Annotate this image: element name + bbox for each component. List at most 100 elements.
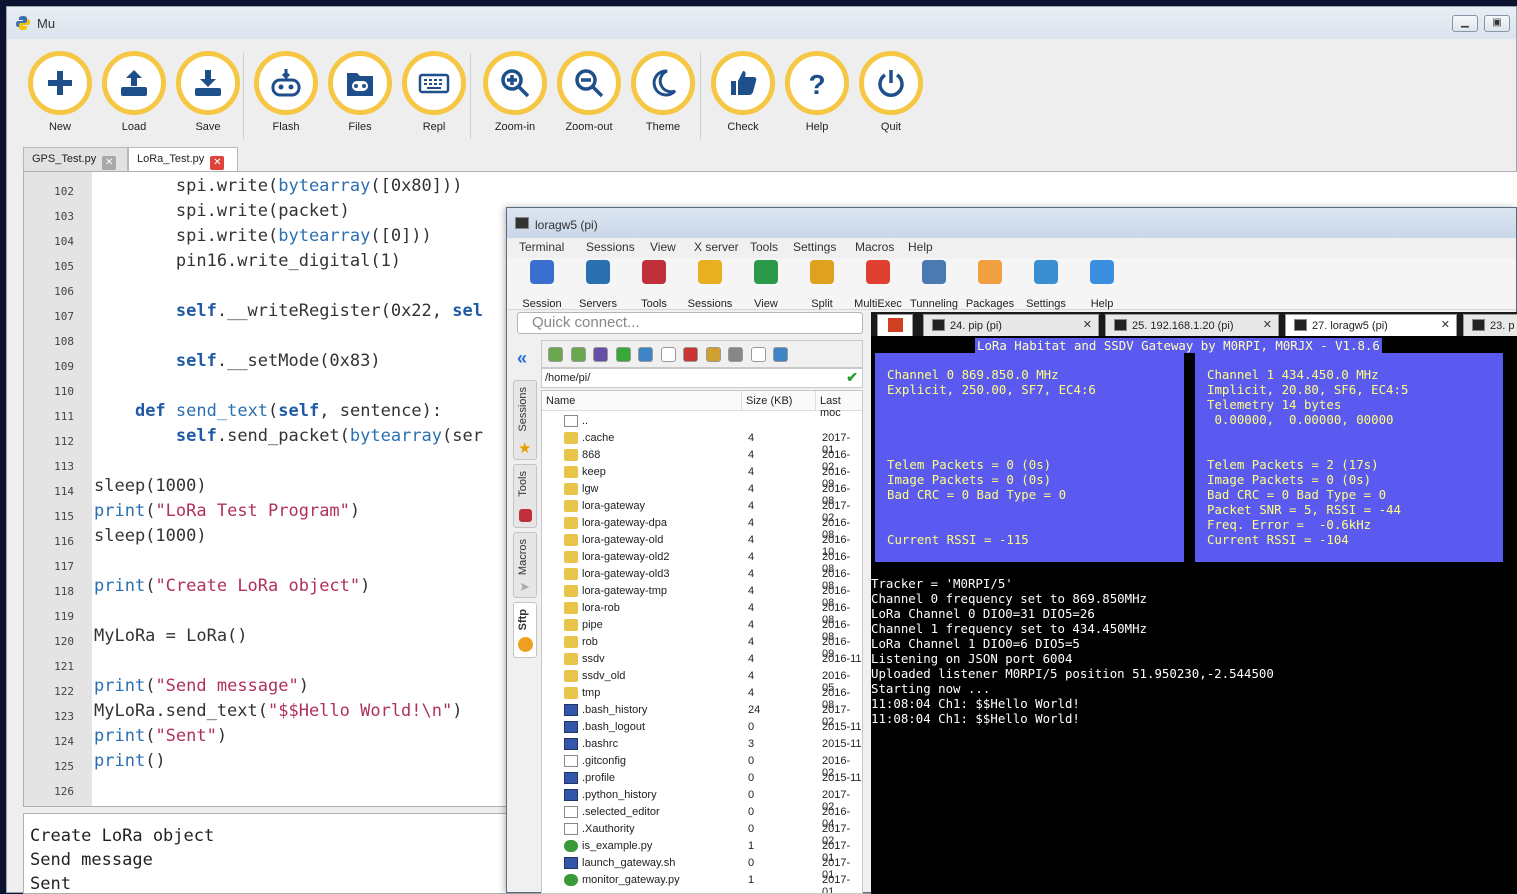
file-row[interactable]: .gitconfig 0 2016-02 bbox=[542, 753, 862, 779]
check-icon[interactable]: ✔ bbox=[846, 369, 858, 386]
text-icon[interactable] bbox=[750, 347, 766, 362]
file-row[interactable]: ssdv 4 2016-11 bbox=[542, 651, 862, 668]
file-icon bbox=[564, 772, 578, 784]
menu-macros[interactable]: Macros bbox=[855, 240, 894, 254]
tool-view-button[interactable]: View bbox=[738, 260, 794, 310]
file-row[interactable]: lora-gateway 4 2017-02 bbox=[542, 498, 862, 524]
menu-terminal[interactable]: Terminal bbox=[519, 240, 564, 254]
file-row[interactable]: lgw 4 2016-08 bbox=[542, 481, 862, 507]
file-row[interactable]: lora-rob 4 2016-08 bbox=[542, 600, 862, 626]
tool-tunneling-button[interactable]: Tunneling bbox=[906, 260, 962, 310]
file-row[interactable]: pipe 4 2016-08 bbox=[542, 617, 862, 643]
tool-settings-button[interactable]: Settings bbox=[1018, 260, 1074, 310]
quick-connect-input[interactable]: Quick connect... bbox=[517, 312, 863, 334]
path-input[interactable]: /home/pi/ ✔ bbox=[541, 368, 863, 388]
file-row[interactable]: .. bbox=[542, 413, 862, 430]
tool-session-button[interactable]: Session bbox=[514, 260, 570, 310]
download-icon[interactable] bbox=[570, 347, 586, 362]
tab-lora-test[interactable]: LoRa_Test.py ✕ bbox=[128, 147, 238, 172]
file-row[interactable]: lora-gateway-old2 4 2016-08 bbox=[542, 549, 862, 575]
load-button[interactable]: Load bbox=[99, 51, 169, 141]
close-icon[interactable]: ✕ bbox=[210, 156, 225, 170]
file-row[interactable]: is_example.py 1 2017-01 bbox=[542, 838, 862, 864]
home-icon[interactable] bbox=[593, 347, 608, 362]
collapse-icon[interactable]: « bbox=[517, 348, 527, 369]
file-row[interactable]: .selected_editor 0 2016-04 bbox=[542, 804, 862, 830]
file-row[interactable]: .python_history 0 2017-02 bbox=[542, 787, 862, 813]
theme-button[interactable]: Theme bbox=[628, 51, 698, 141]
file-row[interactable]: lora-gateway-old 4 2016-10 bbox=[542, 532, 862, 558]
quit-button[interactable]: Quit bbox=[856, 51, 926, 141]
check-button[interactable]: Check bbox=[708, 51, 778, 141]
file-row[interactable]: .bashrc 3 2015-11 bbox=[542, 736, 862, 753]
file-row[interactable]: lora-gateway-tmp 4 2016-08 bbox=[542, 583, 862, 609]
file-row[interactable]: keep 4 2016-09 bbox=[542, 464, 862, 490]
file-row[interactable]: launch_gateway.sh 0 2017-01 bbox=[542, 855, 862, 881]
tool-tools-button[interactable]: Tools bbox=[626, 260, 682, 310]
menu-tools[interactable]: Tools bbox=[750, 240, 778, 254]
upload-icon[interactable] bbox=[548, 347, 563, 362]
close-icon[interactable]: ✕ bbox=[1441, 318, 1450, 331]
file-row[interactable]: .bash_history 24 2017-02 bbox=[542, 702, 862, 728]
terminal[interactable]: LoRa Habitat and SSDV Gateway by M0RPI, … bbox=[871, 336, 1517, 894]
menu-view[interactable]: View bbox=[650, 240, 676, 254]
tool-split-button[interactable]: Split bbox=[794, 260, 850, 310]
terminal-icon[interactable] bbox=[728, 347, 743, 362]
tab-gps-test[interactable]: GPS_Test.py ✕ bbox=[23, 147, 128, 171]
tool-packages-button[interactable]: Packages bbox=[962, 260, 1018, 310]
sidetab-sftp[interactable]: Sftp bbox=[513, 602, 537, 658]
refresh-icon[interactable] bbox=[615, 347, 631, 362]
zoomin-button[interactable]: Zoom-in bbox=[480, 51, 550, 141]
files-button[interactable]: Files bbox=[325, 51, 395, 141]
file-row[interactable]: rob 4 2016-09 bbox=[542, 634, 862, 660]
close-icon[interactable]: ✕ bbox=[1083, 318, 1092, 331]
minimize-button[interactable]: ▁ bbox=[1452, 15, 1478, 32]
column-size[interactable]: Size (KB) bbox=[742, 391, 816, 411]
menu-help[interactable]: Help bbox=[908, 240, 933, 254]
file-row[interactable]: lora-gateway-dpa 4 2016-08 bbox=[542, 515, 862, 541]
menu-sessions[interactable]: Sessions bbox=[586, 240, 635, 254]
tool-help-button[interactable]: Help bbox=[1074, 260, 1130, 310]
file-row[interactable]: ssdv_old 4 2016-05 bbox=[542, 668, 862, 694]
sidetab-macros[interactable]: Macros ➤ bbox=[513, 532, 537, 598]
close-icon[interactable]: ✕ bbox=[1263, 318, 1272, 331]
new-folder-icon[interactable] bbox=[638, 347, 653, 362]
terminal-tab[interactable]: 23. p bbox=[1463, 314, 1517, 336]
file-row[interactable]: lora-gateway-old3 4 2016-08 bbox=[542, 566, 862, 592]
view-icon[interactable] bbox=[773, 347, 788, 362]
file-name: pipe bbox=[582, 619, 603, 631]
delete-icon[interactable] bbox=[683, 347, 698, 362]
menu-settings[interactable]: Settings bbox=[793, 240, 836, 254]
terminal-tab[interactable]: 27. loragw5 (pi) ✕ bbox=[1285, 314, 1457, 336]
zoomout-button[interactable]: Zoom-out bbox=[554, 51, 624, 141]
tool-servers-button[interactable]: Servers bbox=[570, 260, 626, 310]
file-row[interactable]: .cache 4 2017-01 bbox=[542, 430, 862, 456]
tools-icon[interactable] bbox=[705, 347, 721, 362]
terminal-tab[interactable]: 24. pip (pi) ✕ bbox=[923, 314, 1099, 336]
close-icon[interactable]: ✕ bbox=[102, 156, 117, 170]
home-tab[interactable] bbox=[877, 314, 913, 336]
help-button[interactable]: ? Help bbox=[782, 51, 852, 141]
file-row[interactable]: tmp 4 2016-08 bbox=[542, 685, 862, 711]
save-button[interactable]: Save bbox=[173, 51, 243, 141]
file-row[interactable]: .profile 0 2015-11 bbox=[542, 770, 862, 787]
flash-button[interactable]: Flash bbox=[251, 51, 321, 141]
new-file-icon[interactable] bbox=[660, 347, 676, 362]
menu-x-server[interactable]: X server bbox=[694, 240, 739, 254]
repl-button[interactable]: Repl bbox=[399, 51, 469, 141]
file-row[interactable]: .bash_logout 0 2015-11 bbox=[542, 719, 862, 736]
new-button[interactable]: New bbox=[25, 51, 95, 141]
sidetab-tools[interactable]: Tools bbox=[513, 464, 537, 528]
file-row[interactable]: monitor_gateway.py 1 2017-01 bbox=[542, 872, 862, 893]
maximize-button[interactable]: ▣ bbox=[1484, 15, 1510, 32]
terminal-icon bbox=[932, 319, 945, 331]
sidetab-sessions[interactable]: Sessions ★ bbox=[513, 380, 537, 460]
line-number: 108 bbox=[54, 335, 74, 348]
file-row[interactable]: .Xauthority 0 2017-02 bbox=[542, 821, 862, 847]
file-row[interactable]: 868 4 2016-02 bbox=[542, 447, 862, 473]
terminal-tab[interactable]: 25. 192.168.1.20 (pi) ✕ bbox=[1105, 314, 1279, 336]
tool-multiexec-button[interactable]: MultiExec bbox=[850, 260, 906, 310]
column-modified[interactable]: Last moc bbox=[816, 391, 862, 419]
column-name[interactable]: Name bbox=[542, 391, 742, 411]
tool-sessions-button[interactable]: Sessions bbox=[682, 260, 738, 310]
